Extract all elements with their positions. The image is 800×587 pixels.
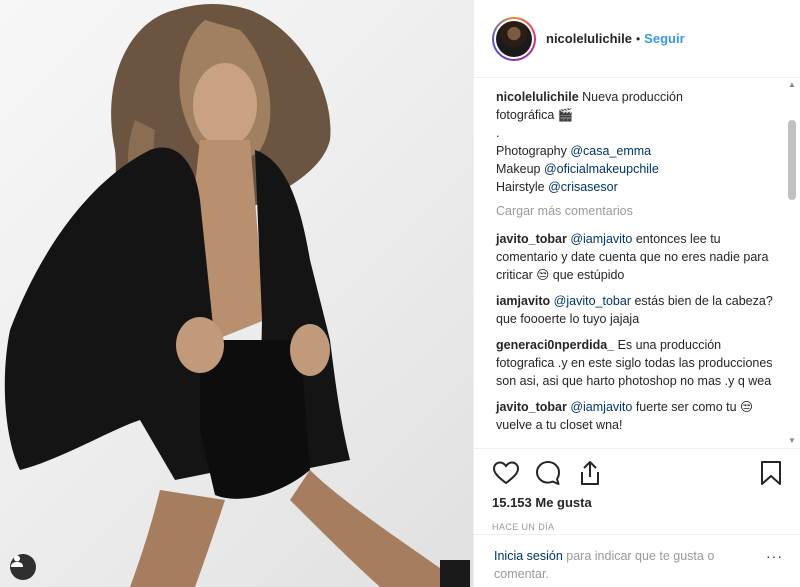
more-options-button[interactable]: ···: [766, 547, 783, 565]
post-actions: 15.153 Me gusta HACE UN DÍA: [474, 448, 800, 532]
side-panel: nicolelulichile • Seguir nicolelulichile…: [473, 0, 800, 587]
avatar-image: [496, 20, 532, 57]
post-photo[interactable]: [0, 0, 473, 587]
post-container: nicolelulichile • Seguir nicolelulichile…: [0, 0, 800, 587]
header-username[interactable]: nicolelulichile: [546, 31, 632, 46]
photo-illustration: [4, 4, 470, 587]
header-separator: •: [635, 31, 641, 46]
caption-mention-photography[interactable]: @casa_emma: [570, 144, 651, 158]
comment-username[interactable]: generaci0nperdida_: [496, 338, 614, 352]
post-header: nicolelulichile • Seguir: [474, 0, 800, 78]
scroll-track[interactable]: [786, 90, 798, 436]
load-more-comments-button[interactable]: Cargar más comentarios: [496, 204, 777, 218]
comment-username[interactable]: iamjavito: [496, 294, 550, 308]
login-link[interactable]: Inicia sesión: [494, 549, 563, 563]
comment-username[interactable]: javito_tobar: [496, 232, 567, 246]
list-item: generaci0nperdida_ Es una producción fot…: [496, 336, 777, 390]
caption-line-2: fotográfica 🎬: [496, 108, 574, 122]
scroll-up-arrow-icon[interactable]: ▲: [786, 80, 798, 90]
comments-scrollbar[interactable]: ▲ ▼: [786, 80, 798, 446]
caption: nicolelulichile Nueva producción fotográ…: [496, 88, 777, 196]
action-icon-row: [492, 459, 785, 487]
like-button[interactable]: [492, 459, 520, 487]
bookmark-icon: [761, 461, 781, 485]
avatar[interactable]: [492, 16, 536, 61]
caption-line-3: .: [496, 126, 500, 140]
comments-list[interactable]: nicolelulichile Nueva producción fotográ…: [474, 78, 800, 448]
comment-mention[interactable]: @javito_tobar: [554, 294, 631, 308]
list-item: iamjavito @javito_tobar estás bien de la…: [496, 292, 777, 328]
comment-username[interactable]: javito_tobar: [496, 400, 567, 414]
caption-line-4: Photography: [496, 144, 571, 158]
list-item: javito_tobar @iamjavito entonces lee tu …: [496, 230, 777, 284]
save-button[interactable]: [757, 459, 785, 487]
caption-username[interactable]: nicolelulichile: [496, 90, 579, 104]
caption-mention-hairstyle[interactable]: @crisasesor: [548, 180, 618, 194]
heart-icon: [493, 461, 519, 485]
user-tag-icon: [11, 555, 23, 567]
share-icon: [581, 461, 599, 485]
comment-button[interactable]: [534, 459, 562, 487]
scroll-down-arrow-icon[interactable]: ▼: [786, 436, 798, 446]
post-timestamp[interactable]: HACE UN DÍA: [492, 522, 785, 532]
caption-line-6: Hairstyle: [496, 180, 549, 194]
comment-icon: [536, 461, 560, 485]
login-prompt: Inicia sesión para indicar que te gusta …: [474, 534, 800, 587]
likes-count[interactable]: 15.153 Me gusta: [492, 495, 785, 510]
caption-mention-makeup[interactable]: @oficialmakeupchile: [544, 162, 659, 176]
caption-line-1: Nueva producción: [582, 90, 683, 104]
caption-line-5: Makeup: [496, 162, 544, 176]
comment-mention[interactable]: @iamjavito: [570, 232, 632, 246]
list-item: javito_tobar @iamjavito fuerte ser como …: [496, 398, 777, 434]
share-button[interactable]: [576, 459, 604, 487]
user-tag-button[interactable]: [10, 554, 36, 580]
scroll-thumb[interactable]: [788, 120, 796, 200]
follow-button[interactable]: Seguir: [644, 31, 684, 46]
comment-mention[interactable]: @iamjavito: [570, 400, 632, 414]
